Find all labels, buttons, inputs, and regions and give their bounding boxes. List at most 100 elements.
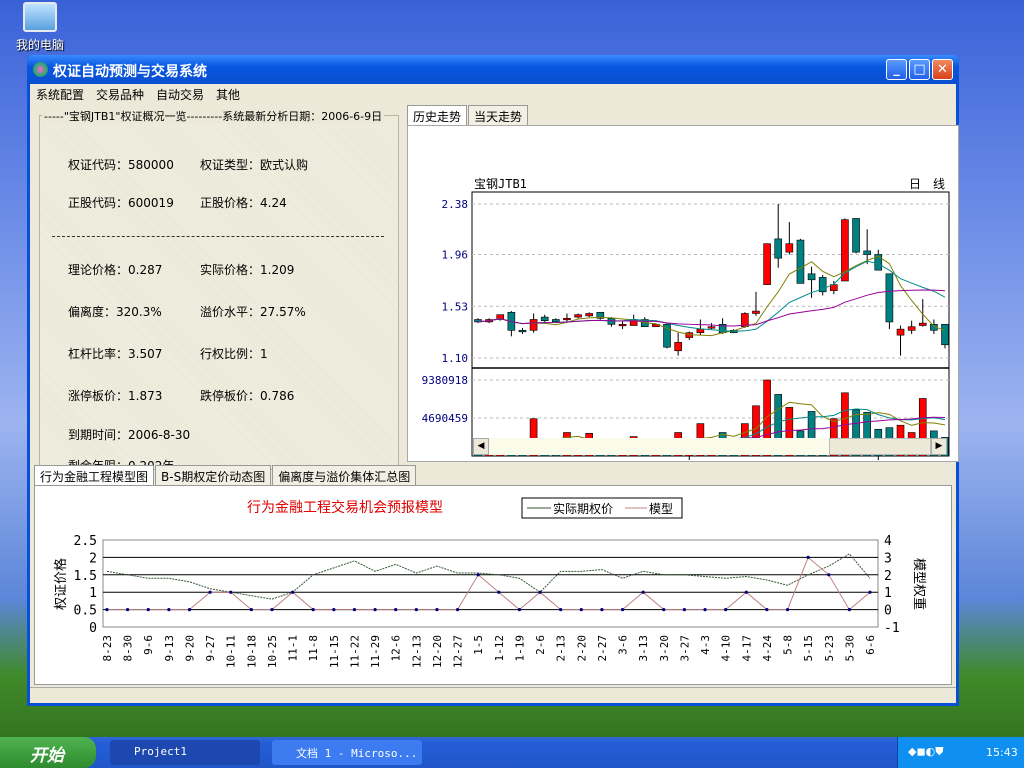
candle-down xyxy=(863,250,871,255)
candle-down xyxy=(941,324,949,346)
plot-frame xyxy=(471,191,950,457)
app-window: 权证自动预测与交易系统 _ □ ✕ 系统配置 交易品种 自动交易 其他 -----"宝… xyxy=(27,55,959,706)
model-tabs: 行为金融工程模型图 B-S期权定价动态图 偏离度与溢价集体汇总图 xyxy=(34,465,417,487)
candle-up xyxy=(918,322,927,326)
taskbar: 开始 Project1 文档 1 - Microso... ◆◼◐⛊ 15:43 xyxy=(0,737,1024,768)
model-point xyxy=(538,590,542,594)
model-point xyxy=(641,590,645,594)
field-value: 欧式认购 xyxy=(260,158,309,172)
field-value: 3.507 xyxy=(128,347,163,361)
candle-up xyxy=(907,326,916,331)
tray-network-icon: ◆◼◐⛊ xyxy=(908,745,944,758)
y-tick-label: 2.5 xyxy=(74,534,97,549)
field-label: 涨停板价： xyxy=(68,389,129,403)
menu-bar: 系统配置 交易品种 自动交易 其他 xyxy=(30,84,956,104)
candle-up xyxy=(763,243,771,285)
field-value: 0.786 xyxy=(260,389,295,403)
tab-history-trend[interactable]: 历史走势 xyxy=(407,105,468,127)
title-bar[interactable]: 权证自动预测与交易系统 _ □ ✕ xyxy=(27,55,959,84)
scrollbar-thumb[interactable] xyxy=(829,438,931,455)
scroll-right-button[interactable]: ▶ xyxy=(931,438,947,455)
task-project1[interactable]: Project1 xyxy=(110,740,260,765)
field-value: 1 xyxy=(260,347,268,361)
x-tick-label: 3-13 xyxy=(637,635,650,662)
tab-behavioral-finance-model[interactable]: 行为金融工程模型图 xyxy=(34,465,155,487)
model-point xyxy=(208,590,212,594)
model-point xyxy=(785,608,790,612)
scroll-left-button[interactable]: ◀ xyxy=(473,438,489,455)
model-point xyxy=(311,608,315,612)
x-tick-label: 11-15 xyxy=(328,635,341,668)
y2-axis-label: 模型权重 xyxy=(911,558,927,610)
series-model-line xyxy=(107,556,871,611)
overview-field: 理论价格：0.287 xyxy=(68,261,162,278)
x-tick-label: 4-3 xyxy=(699,635,712,655)
close-button[interactable]: ✕ xyxy=(932,59,953,80)
model-point xyxy=(290,590,295,594)
y2-tick-label: 0 xyxy=(884,604,892,619)
overview-field: 权证类型：欧式认购 xyxy=(200,156,308,173)
field-label: 权证类型： xyxy=(200,158,261,172)
model-point xyxy=(455,608,460,612)
x-tick-label: 12-6 xyxy=(390,635,403,662)
model-point xyxy=(167,608,171,612)
x-tick-label: 8-23 xyxy=(101,635,114,662)
legend-label-price: 实际期权价 xyxy=(553,501,613,516)
chart-title: 宝钢JTB1 xyxy=(474,177,527,191)
x-tick-label: 11-8 xyxy=(307,635,320,662)
menu-auto-trade[interactable]: 自动交易 xyxy=(150,84,210,103)
x-tick-label: 8-30 xyxy=(122,635,135,662)
x-tick-label: 2006-06 xyxy=(855,460,901,461)
volume-tick-label: 4690459 xyxy=(422,412,468,425)
x-tick-label: 9-13 xyxy=(163,635,176,662)
model-point xyxy=(187,608,192,612)
desktop-icon-my-computer[interactable]: 我的电脑 xyxy=(10,2,70,53)
field-value: 2006-8-30 xyxy=(128,428,191,442)
candle-down xyxy=(540,316,549,322)
model-point xyxy=(394,608,398,612)
chart-title: 行为金融工程交易机会预报模型 xyxy=(247,499,443,516)
desktop-icon-label: 我的电脑 xyxy=(15,38,64,52)
scrollbar-track[interactable] xyxy=(489,438,829,455)
candle-down xyxy=(807,273,816,281)
candle-up xyxy=(707,326,716,329)
x-tick-label: 4-10 xyxy=(720,635,733,662)
model-point xyxy=(579,608,583,612)
candle-up xyxy=(574,314,582,318)
field-label: 杠杆比率： xyxy=(68,347,129,361)
menu-other[interactable]: 其他 xyxy=(210,84,246,103)
y2-tick-label: 4 xyxy=(884,534,892,549)
tab-bs-pricing[interactable]: B-S期权定价动态图 xyxy=(155,465,272,485)
model-point xyxy=(332,608,336,612)
x-tick-label: 12-27 xyxy=(452,635,465,668)
candle-down xyxy=(852,218,860,253)
maximize-button[interactable]: □ xyxy=(909,59,930,80)
overview-field: 权证代码：580000 xyxy=(68,156,174,173)
status-bar xyxy=(30,687,956,703)
field-value: 1.873 xyxy=(128,389,163,403)
menu-system-config[interactable]: 系统配置 xyxy=(30,84,90,103)
model-point xyxy=(806,555,810,559)
field-value: 1.209 xyxy=(260,263,295,277)
x-tick-label: 1-12 xyxy=(493,635,506,662)
menu-trade-variety[interactable]: 交易品种 xyxy=(90,84,150,103)
tab-deviation-premium-summary[interactable]: 偏离度与溢价集体汇总图 xyxy=(272,465,417,485)
x-tick-label: 5-30 xyxy=(843,635,856,662)
overview-field: 行权比例：1 xyxy=(200,345,268,362)
overview-field: 到期时间：2006-8-30 xyxy=(68,426,190,443)
model-point xyxy=(744,590,748,594)
plot-frame xyxy=(102,539,879,628)
y-tick-label: 1.5 xyxy=(74,569,97,584)
divider xyxy=(52,236,384,237)
x-tick-label: 9-6 xyxy=(142,635,155,655)
x-tick-label: 2006-05 xyxy=(666,460,712,461)
minimize-button[interactable]: _ xyxy=(886,59,907,80)
y-tick-label: 0.5 xyxy=(74,604,97,619)
model-point xyxy=(497,590,501,594)
x-tick-label: 6-6 xyxy=(864,635,877,655)
x-tick-label: 9-20 xyxy=(183,635,196,662)
start-button[interactable]: 开始 xyxy=(0,737,96,768)
tab-today-trend[interactable]: 当天走势 xyxy=(468,105,529,125)
task-word-document[interactable]: 文档 1 - Microso... xyxy=(272,740,422,765)
field-label: 偏离度： xyxy=(68,305,117,319)
